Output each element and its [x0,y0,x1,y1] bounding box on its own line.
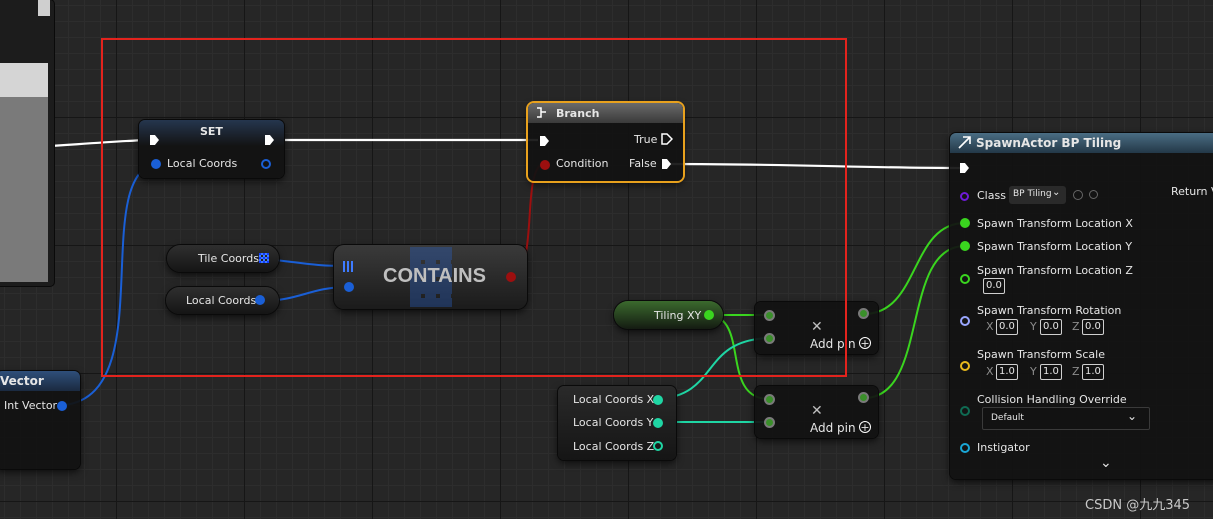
spawn-rotation-z-field[interactable]: 0.0 [1082,319,1104,335]
watermark: CSDN @九九345 [1085,498,1191,513]
spawn-location-z-label: Spawn Transform Location Z [977,264,1133,277]
add1-out-pin[interactable] [858,308,869,319]
int-vector-title: Vector [0,374,44,388]
spawn-scale-x-field[interactable]: 1.0 [996,364,1018,380]
selection-box [101,38,847,377]
spawn-instigator-pin[interactable] [960,443,970,453]
spawn-exec-in-pin[interactable] [960,163,969,173]
add1-add-pin-icon[interactable]: + [859,337,871,350]
break-z-label: Local Coords Z [573,440,655,453]
spawn-return-value-label: Return V [1171,185,1213,198]
panel-preview-body [0,97,48,282]
rotation-y-axis: Y [1030,320,1037,333]
spawn-location-y-pin[interactable] [960,241,970,251]
spawn-class-pin[interactable] [960,192,969,201]
spawn-location-z-field[interactable]: 0.0 [983,278,1005,294]
spawn-actor-icon [958,136,971,149]
int-vector-pin[interactable] [57,401,67,411]
spawn-scale-z-field[interactable]: 1.0 [1082,364,1104,380]
spawn-class-dropdown[interactable]: BP Tiling ⌄ [1009,186,1066,204]
int-vector-node[interactable]: Vector Int Vector [0,371,80,469]
spawn-class-label: Class [977,189,1006,202]
spawn-scale-pin[interactable] [960,361,970,371]
class-chevron-down-icon: ⌄ [1052,187,1061,198]
break-vector-node[interactable]: Local Coords X Local Coords Y Local Coor… [558,386,676,460]
int-vector-pin-label: Int Vector [4,399,58,412]
spawn-location-x-pin[interactable] [960,218,970,228]
collision-chevron-down-icon: ⌄ [1127,409,1138,423]
break-y-pin[interactable] [653,418,663,428]
spawn-scale-label: Spawn Transform Scale [977,348,1105,361]
spawn-collision-value: Default [991,413,1024,423]
spawn-collision-dropdown[interactable]: Default ⌄ [982,407,1150,430]
rotation-z-axis: Z [1072,320,1080,333]
break-x-pin[interactable] [653,395,663,405]
break-x-label: Local Coords X [573,393,655,406]
spawn-actor-node[interactable]: SpawnActor BP Tiling Class BP Tiling ⌄ R… [950,133,1213,479]
rotation-x-axis: X [986,320,994,333]
add2-b-pin[interactable] [764,417,775,428]
background-node-panel [0,0,54,286]
panel-top-button[interactable] [38,0,50,16]
add2-a-pin[interactable] [764,394,775,405]
spawn-location-y-label: Spawn Transform Location Y [977,240,1133,253]
break-y-label: Local Coords Y [573,416,654,429]
search-icon[interactable] [1089,190,1098,199]
spawn-scale-y-field[interactable]: 1.0 [1040,364,1062,380]
spawn-collision-pin[interactable] [960,406,970,416]
add2-add-pin-label[interactable]: Add pin [810,421,856,435]
scale-x-axis: X [986,365,994,378]
spawn-location-x-label: Spawn Transform Location X [977,217,1133,230]
add2-remove-icon[interactable]: ✕ [811,403,823,419]
spawn-rotation-pin[interactable] [960,316,970,326]
add2-add-pin-icon[interactable]: + [859,421,871,434]
add-node-2[interactable]: ✕ Add pin + [755,386,878,438]
spawn-location-z-pin[interactable] [960,274,970,284]
spawn-expand-chevron-down-icon[interactable]: ⌄ [1100,455,1112,471]
panel-preview [0,63,48,97]
scale-z-axis: Z [1072,365,1080,378]
spawn-title: SpawnActor BP Tiling [976,136,1122,150]
reset-arrow-icon[interactable] [1073,190,1083,200]
spawn-class-value: BP Tiling [1013,189,1052,199]
spawn-collision-label: Collision Handling Override [977,393,1127,406]
spawn-rotation-label: Spawn Transform Rotation [977,304,1122,317]
scale-y-axis: Y [1030,365,1037,378]
spawn-rotation-y-field[interactable]: 0.0 [1040,319,1062,335]
break-z-pin[interactable] [653,441,663,451]
add2-out-pin[interactable] [858,392,869,403]
spawn-instigator-label: Instigator [977,441,1030,454]
spawn-rotation-x-field[interactable]: 0.0 [996,319,1018,335]
